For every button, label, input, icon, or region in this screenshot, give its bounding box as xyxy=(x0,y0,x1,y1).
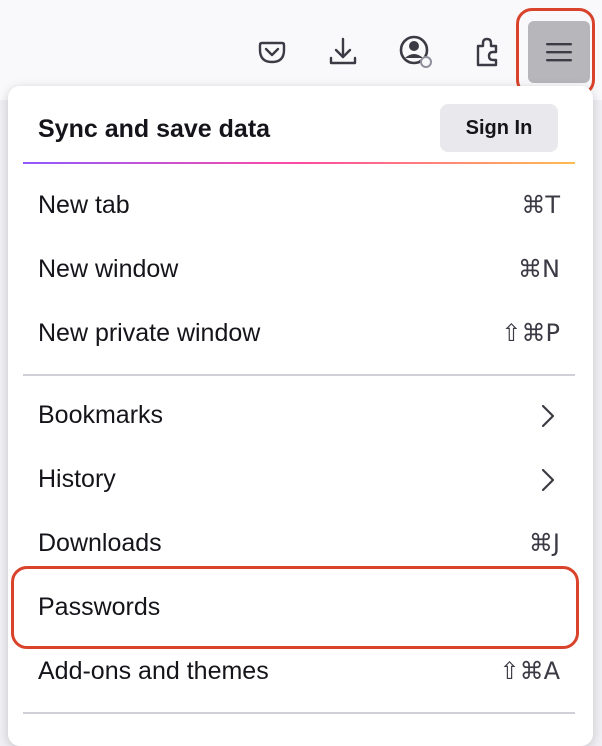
menu-item-new-window[interactable]: New window ⌘N xyxy=(23,242,575,298)
extensions-button[interactable] xyxy=(466,30,510,74)
menu-item-new-tab[interactable]: New tab ⌘T xyxy=(23,178,575,234)
menu-item-label: Bookmarks xyxy=(38,401,164,429)
hamburger-menu-icon xyxy=(546,43,572,62)
menu-item-label: Downloads xyxy=(38,529,162,557)
menu-item-shortcut: ⇧⌘P xyxy=(501,319,560,347)
menu-item-label: Passwords xyxy=(38,593,161,621)
sign-in-button[interactable]: Sign In xyxy=(440,104,558,152)
downloads-button[interactable] xyxy=(321,30,365,74)
pocket-button[interactable] xyxy=(250,30,294,74)
menu-divider xyxy=(23,712,575,714)
app-menu-button[interactable] xyxy=(528,21,590,83)
menu-item-label: History xyxy=(38,465,116,493)
account-button[interactable] xyxy=(394,30,438,74)
pocket-icon xyxy=(258,41,286,64)
chevron-right-icon xyxy=(541,404,555,428)
menu-item-bookmarks[interactable]: Bookmarks xyxy=(23,388,575,444)
menu-item-label: New private window xyxy=(38,319,261,347)
menu-item-new-private-window[interactable]: New private window ⇧⌘P xyxy=(23,306,575,362)
browser-toolbar xyxy=(0,0,602,100)
chevron-right-icon xyxy=(541,468,555,492)
download-icon xyxy=(329,37,357,65)
menu-item-shortcut: ⇧⌘A xyxy=(499,657,560,685)
menu-item-shortcut: ⌘J xyxy=(528,529,560,557)
menu-item-addons-and-themes[interactable]: Add-ons and themes ⇧⌘A xyxy=(23,644,575,700)
sync-gradient-divider xyxy=(23,162,575,164)
extensions-icon xyxy=(476,37,498,67)
menu-item-shortcut: ⌘T xyxy=(521,191,560,219)
account-icon xyxy=(399,35,432,68)
menu-item-history[interactable]: History xyxy=(23,452,575,508)
menu-item-downloads[interactable]: Downloads ⌘J xyxy=(23,516,575,572)
menu-item-shortcut: ⌘N xyxy=(518,255,560,283)
menu-item-label: Add-ons and themes xyxy=(38,657,269,685)
menu-item-label: New window xyxy=(38,255,179,283)
app-menu-panel: Sync and save data Sign In New tab ⌘T Ne… xyxy=(8,86,593,746)
menu-item-passwords[interactable]: Passwords xyxy=(23,580,575,636)
sync-title: Sync and save data xyxy=(38,115,271,143)
menu-divider xyxy=(23,374,575,376)
menu-item-label: New tab xyxy=(38,191,130,219)
